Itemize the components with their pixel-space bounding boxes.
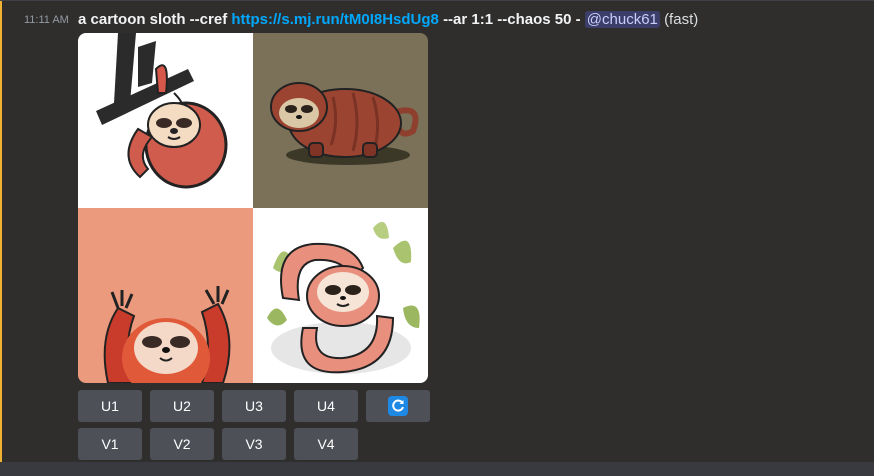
upscale-button-4[interactable]: U4 xyxy=(294,390,358,422)
prompt-text: a cartoon sloth --cref xyxy=(78,11,228,28)
sloth-hanging-image xyxy=(78,33,253,208)
mention-indicator-bar xyxy=(0,1,2,462)
refresh-icon xyxy=(388,396,408,416)
message-timestamp[interactable]: 11:11 AM xyxy=(24,14,69,26)
generation-mode: (fast) xyxy=(664,11,699,28)
upscale-button-3[interactable]: U3 xyxy=(222,390,286,422)
image-grid[interactable] xyxy=(78,33,428,383)
message-content: a cartoon sloth --cref https://s.mj.run/… xyxy=(78,10,698,30)
variation-button-4[interactable]: V4 xyxy=(294,428,358,460)
user-mention[interactable]: @chuck61 xyxy=(584,11,660,28)
upscale-button-2[interactable]: U2 xyxy=(150,390,214,422)
variation-button-2[interactable]: V2 xyxy=(150,428,214,460)
bottom-bar xyxy=(0,462,874,476)
image-tile-2[interactable] xyxy=(253,33,428,208)
sloth-curled-leaves-image xyxy=(253,208,428,383)
prompt-params: --ar 1:1 --chaos 50 - xyxy=(443,11,581,28)
image-tile-3[interactable] xyxy=(78,208,253,383)
reference-link[interactable]: https://s.mj.run/tM0I8HsdUg8 xyxy=(231,11,439,28)
sloth-arms-raised-image xyxy=(78,208,253,383)
image-tile-4[interactable] xyxy=(253,208,428,383)
image-tile-1[interactable] xyxy=(78,33,253,208)
top-divider xyxy=(0,0,874,1)
discord-message-view: 11:11 AM a cartoon sloth --cref https://… xyxy=(0,0,874,476)
reroll-button[interactable] xyxy=(366,390,430,422)
sloth-walking-image xyxy=(253,33,428,208)
upscale-button-1[interactable]: U1 xyxy=(78,390,142,422)
variation-button-1[interactable]: V1 xyxy=(78,428,142,460)
variation-button-3[interactable]: V3 xyxy=(222,428,286,460)
